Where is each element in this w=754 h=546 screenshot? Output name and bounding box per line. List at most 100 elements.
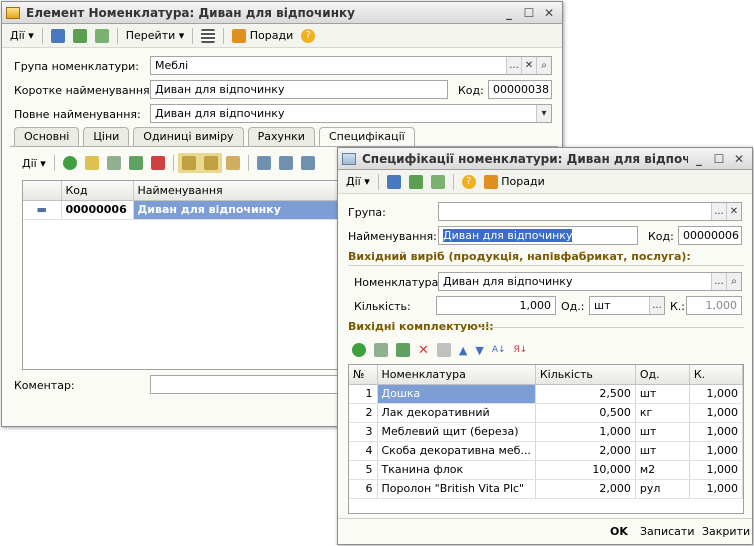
spec-group-field[interactable]: ... ✕ <box>438 202 742 221</box>
close-window-button[interactable]: Закрити <box>702 525 750 538</box>
column-header-k[interactable]: К. <box>689 365 744 385</box>
edit-icon[interactable] <box>125 153 147 173</box>
copy-icon[interactable] <box>103 153 125 173</box>
clear-icon[interactable]: ✕ <box>726 203 741 220</box>
column-header-nomen[interactable]: Номенклатура <box>377 365 536 385</box>
copy-icon[interactable] <box>427 172 449 192</box>
tab-specifications[interactable]: Специфікації <box>318 127 415 146</box>
table-row[interactable]: 2 Лак декоративний 0,500 кг 1,000 <box>349 403 744 423</box>
spec-actions-menu[interactable]: Дії ▾ <box>18 153 50 173</box>
save-button[interactable]: Записати <box>640 525 694 538</box>
save-icon[interactable] <box>47 26 69 46</box>
minimize-button[interactable]: _ <box>500 5 518 21</box>
comment-label: Коментар: <box>14 379 75 392</box>
spec-window-title: Специфікації номенклатури: Диван для від… <box>362 151 688 166</box>
output-section-title: Вихідний виріб (продукція, напівфабрикат… <box>348 250 691 263</box>
table-row[interactable]: 3 Меблевий щит (береза) 1,000 шт 1,000 <box>349 422 744 442</box>
spec-toolbar: Дії ▾ <box>18 152 319 174</box>
main-titlebar: Елемент Номенклатура: Диван для відпочин… <box>2 2 562 24</box>
tab-units[interactable]: Одиниці виміру <box>133 127 244 146</box>
catalog-icon <box>6 6 20 19</box>
search-icon[interactable]: ⌕ <box>726 273 741 290</box>
tab-accounts[interactable]: Рахунки <box>247 127 315 146</box>
select-button[interactable]: ... <box>506 57 521 74</box>
qty-field[interactable]: 1,000 <box>436 296 556 315</box>
chevron-down-icon[interactable]: ▾ <box>536 105 551 122</box>
add-icon[interactable] <box>348 340 370 360</box>
add-folder-icon[interactable] <box>81 153 103 173</box>
table-row[interactable]: 4 Скоба декоративна меб... 2,000 шт 1,00… <box>349 441 744 461</box>
actions-menu[interactable]: Дії ▾ <box>6 26 38 46</box>
list-icon[interactable] <box>197 26 219 46</box>
sort-icon[interactable] <box>297 153 319 173</box>
spec-name-field[interactable]: Диван для відпочинку <box>438 226 638 245</box>
footer-divider <box>338 518 752 519</box>
item-icon: ▬ <box>23 200 62 220</box>
move-up-icon[interactable]: ▲ <box>455 340 471 360</box>
unit-field[interactable]: шт ... <box>589 296 665 315</box>
short-name-field[interactable]: Диван для відпочинку <box>150 80 448 99</box>
qty-label: Кількість: <box>354 300 411 313</box>
tips-button[interactable]: Поради <box>228 26 297 46</box>
spec-code-field[interactable]: 00000006 <box>678 226 742 245</box>
tab-main[interactable]: Основні <box>14 127 80 146</box>
components-section-title: Вихідні комплектуючі: <box>348 320 494 333</box>
short-name-label: Коротке найменування: <box>14 84 154 97</box>
filter-clear-icon[interactable] <box>275 153 297 173</box>
edit-icon[interactable] <box>392 340 414 360</box>
close-button[interactable]: ✕ <box>540 5 558 21</box>
code-field[interactable]: 00000038 <box>488 80 552 99</box>
select-button[interactable]: ... <box>711 203 726 220</box>
components-toolbar: ✕ ▲ ▼ A↓ Я↓ <box>348 340 531 360</box>
copy-icon[interactable] <box>91 26 113 46</box>
nomen-label: Номенклатура: <box>354 276 443 289</box>
add-icon[interactable] <box>59 153 81 173</box>
sort-desc-icon[interactable]: Я↓ <box>510 340 532 360</box>
tree-icon[interactable] <box>199 153 222 173</box>
column-header-qty[interactable]: Кількість <box>535 365 636 385</box>
delete-icon[interactable] <box>147 153 169 173</box>
k-field[interactable]: 1,000 <box>686 296 742 315</box>
end-edit-icon[interactable] <box>433 340 455 360</box>
refresh-icon[interactable] <box>405 172 427 192</box>
clear-icon[interactable]: ✕ <box>521 57 536 74</box>
maximize-button[interactable]: ☐ <box>520 5 538 21</box>
spec-code-label: Код: <box>648 230 674 243</box>
column-header-no[interactable]: № <box>349 365 378 385</box>
actions-menu[interactable]: Дії ▾ <box>342 172 374 192</box>
spec-titlebar: Специфікації номенклатури: Диван для від… <box>338 148 752 170</box>
move-down-icon[interactable]: ▼ <box>471 340 487 360</box>
refresh-icon[interactable] <box>69 26 91 46</box>
close-button[interactable]: ✕ <box>730 151 748 167</box>
filter-icon[interactable] <box>253 153 275 173</box>
hierarchy-icon[interactable] <box>177 153 200 173</box>
tips-button[interactable]: Поради <box>480 172 549 192</box>
delete-icon[interactable]: ✕ <box>414 340 433 360</box>
ok-button[interactable]: OK <box>610 525 628 538</box>
select-button[interactable]: ... <box>711 273 726 290</box>
search-icon[interactable]: ⌕ <box>536 57 551 74</box>
sort-asc-icon[interactable]: A↓ <box>488 340 510 360</box>
table-row[interactable]: 5 Тканина флок 10,000 м2 1,000 <box>349 460 744 480</box>
copy-icon[interactable] <box>370 340 392 360</box>
save-icon[interactable] <box>383 172 405 192</box>
minimize-button[interactable]: _ <box>690 151 708 167</box>
unit-label: Од.: <box>561 300 585 313</box>
select-button[interactable]: ... <box>649 297 664 314</box>
group-field[interactable]: Меблі ... ✕ ⌕ <box>150 56 552 75</box>
help-icon[interactable]: ? <box>297 26 319 46</box>
table-row[interactable]: 6 Поролон "British Vita Plc" 2,000 рул 1… <box>349 479 744 499</box>
components-grid: № Номенклатура Кількість Од. К. 1 Дошка … <box>348 364 744 514</box>
table-row[interactable]: 1 Дошка 2,500 шт 1,000 <box>349 384 744 404</box>
column-header-code[interactable]: Код <box>61 181 134 201</box>
tab-prices[interactable]: Ціни <box>83 127 130 146</box>
level-up-icon[interactable] <box>222 153 244 173</box>
goto-menu[interactable]: Перейти ▾ <box>122 26 189 46</box>
help-icon[interactable]: ? <box>458 172 480 192</box>
maximize-button[interactable]: ☐ <box>710 151 728 167</box>
k-label: К.: <box>670 300 686 313</box>
full-name-field[interactable]: Диван для відпочинку ▾ <box>150 104 552 123</box>
column-header-unit[interactable]: Од. <box>635 365 690 385</box>
nomen-field[interactable]: Диван для відпочинку ... ⌕ <box>438 272 742 291</box>
code-label: Код: <box>458 84 484 97</box>
